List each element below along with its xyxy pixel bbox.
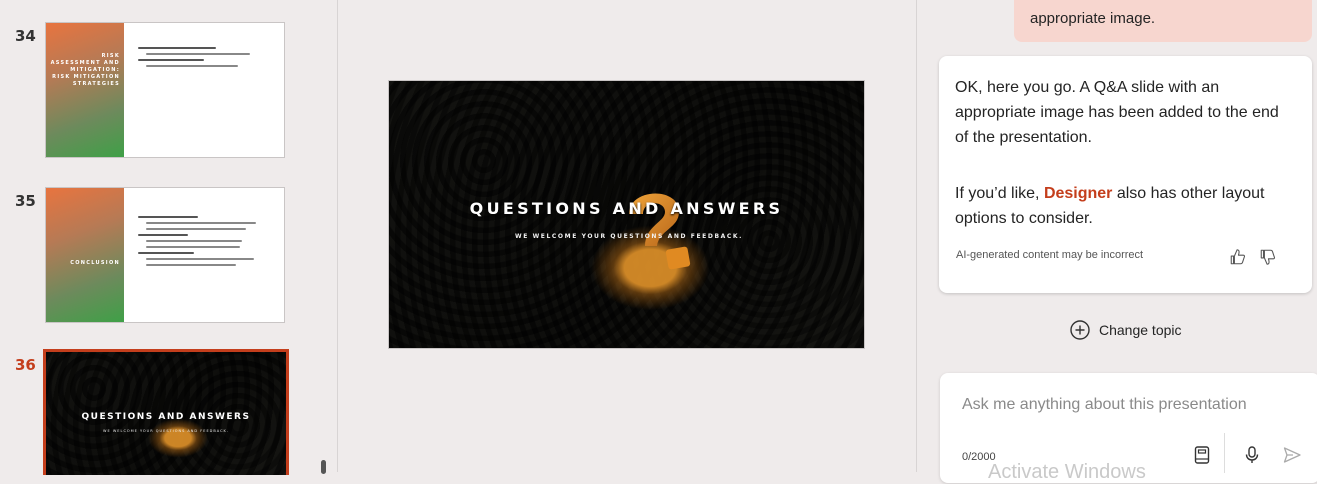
- slide-title[interactable]: QUESTIONS AND ANSWERS: [389, 199, 864, 218]
- ai-disclaimer: AI-generated content may be incorrect: [956, 249, 1144, 261]
- thumbnail-title: QUESTIONS AND ANSWERS: [81, 412, 251, 422]
- user-message-text: appropriate image.: [1030, 10, 1156, 27]
- pane-divider: [337, 0, 338, 472]
- chat-input[interactable]: [960, 395, 1312, 415]
- slide-subtitle[interactable]: WE WELCOME YOUR QUESTIONS AND FEEDBACK.: [499, 229, 759, 244]
- slide-thumbnail-34[interactable]: RISK ASSESSMENT AND MITIGATION: RISK MIT…: [45, 22, 285, 158]
- thumbs-down-icon[interactable]: [1259, 248, 1277, 266]
- thumbnail-title: RISK ASSESSMENT AND MITIGATION: RISK MIT…: [50, 53, 120, 87]
- reply-text: OK, here you go. A Q&A slide with an app…: [955, 79, 1279, 146]
- designer-link[interactable]: Designer: [1044, 185, 1112, 202]
- thumbnail-number: 34: [15, 27, 36, 45]
- thumbnail-number: 35: [15, 192, 36, 210]
- reply-text-designer: If you’d like, Designer also has other l…: [955, 185, 1265, 227]
- add-circle-icon: [1070, 320, 1090, 340]
- slide-thumbnail-pane: 34 RISK ASSESSMENT AND MITIGATION: RISK …: [0, 0, 338, 475]
- composer-separator: [1224, 433, 1225, 473]
- send-icon[interactable]: [1282, 445, 1302, 465]
- notebook-icon[interactable]: [1192, 445, 1212, 465]
- slide-editor: QUESTIONS AND ANSWERS WE WELCOME YOUR QU…: [339, 0, 917, 472]
- thumbnail-gradient: [46, 188, 124, 322]
- copilot-pane: appropriate image. OK, here you go. A Q&…: [918, 0, 1317, 483]
- user-message-bubble: appropriate image.: [1014, 0, 1312, 42]
- microphone-icon[interactable]: [1242, 445, 1262, 465]
- slide-thumbnail-36-selected[interactable]: QUESTIONS AND ANSWERS WE WELCOME YOUR QU…: [43, 349, 289, 475]
- thumbnail-bullets: [138, 212, 276, 270]
- current-slide[interactable]: QUESTIONS AND ANSWERS WE WELCOME YOUR QU…: [388, 80, 865, 349]
- thumbs-up-icon[interactable]: [1229, 248, 1247, 266]
- change-topic-label: Change topic: [1099, 322, 1182, 338]
- change-topic-button[interactable]: Change topic: [1069, 318, 1182, 342]
- slide-thumbnail-35[interactable]: CONCLUSION: [45, 187, 285, 323]
- thumbnail-subtitle: WE WELCOME YOUR QUESTIONS AND FEEDBACK.: [103, 429, 229, 433]
- copilot-reply-card: OK, here you go. A Q&A slide with an app…: [939, 56, 1312, 293]
- chat-composer: 0/2000 Activate Windows: [940, 373, 1317, 483]
- thumbnail-number-active: 36: [15, 356, 36, 374]
- thumbnail-title: CONCLUSION: [70, 260, 120, 266]
- activate-windows-watermark: Activate Windows: [988, 461, 1146, 483]
- thumbnail-bullets: [138, 43, 276, 71]
- pane-divider: [916, 0, 917, 472]
- thumbnail-gradient: [46, 23, 124, 157]
